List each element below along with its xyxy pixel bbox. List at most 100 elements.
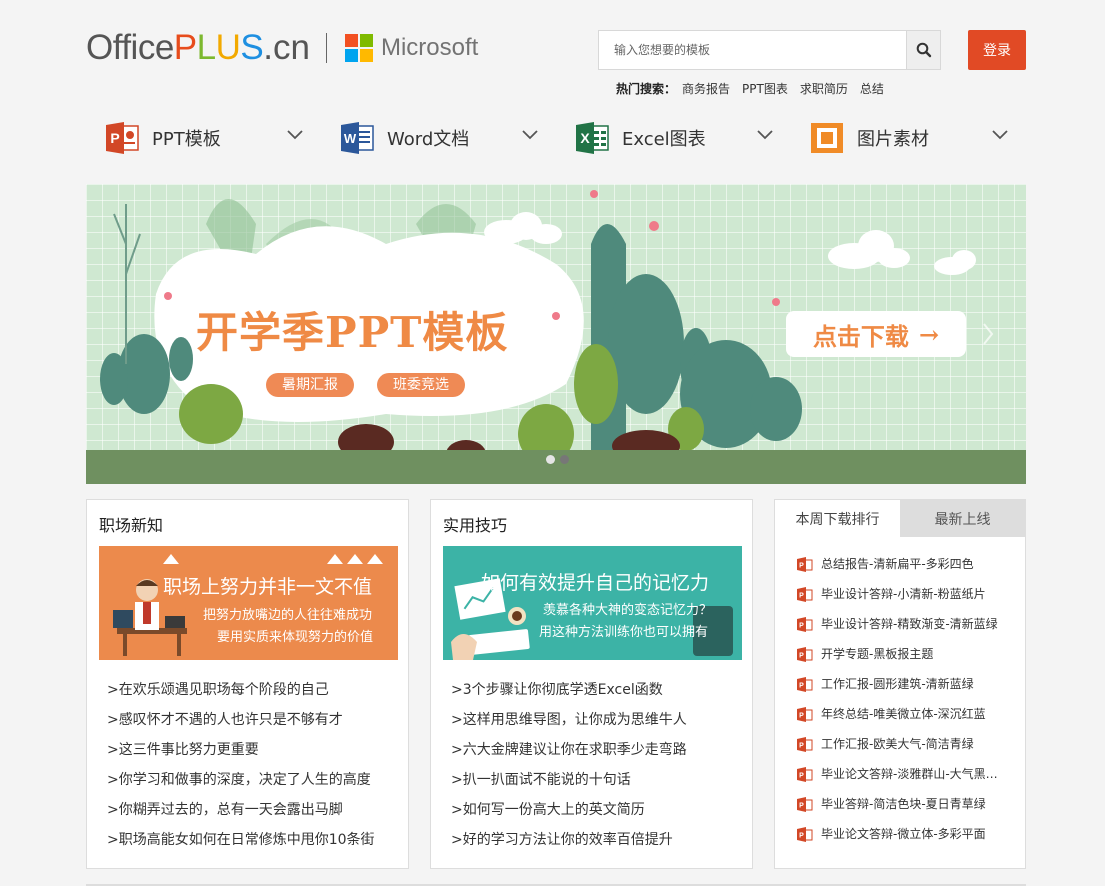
microsoft-logo-icon bbox=[344, 34, 373, 62]
article-link[interactable]: >六大金牌建议让你在求职季少走弯路 bbox=[451, 740, 687, 770]
ranking-item-label: 毕业设计答辩-小清新-粉蓝纸片 bbox=[821, 587, 986, 601]
hot-search-term[interactable]: 求职简历 bbox=[800, 80, 848, 97]
ranking-item[interactable]: P 工作汇报-欧美大气-简洁青绿 bbox=[797, 737, 998, 767]
panel-feature-image[interactable]: 如何有效提升自己的记忆力 羡慕各种大神的变态记忆力？ 用这种方法训练你也可以拥有 bbox=[443, 546, 742, 660]
powerpoint-icon: P bbox=[797, 827, 813, 842]
nav-item-excel[interactable]: X Excel图表 bbox=[556, 116, 791, 160]
logo-divider bbox=[325, 33, 327, 63]
ranking-item[interactable]: P 开学专题-黑板报主题 bbox=[797, 647, 998, 677]
svg-text:P: P bbox=[799, 653, 804, 660]
chevron-down-icon bbox=[757, 130, 773, 140]
svg-text:P: P bbox=[799, 593, 804, 600]
site-logo[interactable]: Office PLUS .cn Microsoft bbox=[86, 26, 478, 70]
download-ranking-panel: 本周下载排行 最新上线 P 总结报告-清新扁平-多彩四色 P 毕业设计答辩-小清新-… bbox=[774, 499, 1026, 869]
svg-text:P: P bbox=[799, 623, 804, 630]
ranking-item[interactable]: P 毕业答辩-简洁色块-夏日青草绿 bbox=[797, 797, 998, 827]
svg-text:W: W bbox=[344, 131, 357, 146]
feature-line: 用这种方法训练你也可以拥有 bbox=[539, 625, 709, 640]
svg-text:P: P bbox=[799, 833, 804, 840]
panel-tips: 实用技巧 如何有效提升自己的记忆力 羡慕各种大神的变态记忆力？ 用这种方法训练你… bbox=[430, 499, 753, 869]
feature-line: 羡慕各种大神的变态记忆力？ bbox=[543, 603, 713, 618]
article-link[interactable]: >职场高能女如何在日常修炼中甩你10条街 bbox=[107, 830, 375, 860]
tab-newest[interactable]: 最新上线 bbox=[900, 500, 1025, 537]
hot-search-label: 热门搜索： bbox=[616, 82, 677, 96]
nav-item-word[interactable]: W Word文档 bbox=[321, 116, 556, 160]
hero-banner[interactable]: 开学季PPT模板 暑期汇报 班委竞选 点击下载 → bbox=[86, 184, 1026, 484]
ranking-item-label: 毕业设计答辩-精致渐变-清新蓝绿 bbox=[821, 617, 998, 631]
article-link[interactable]: >你糊弄过去的，总有一天会露出马脚 bbox=[107, 800, 375, 830]
search-input[interactable] bbox=[599, 31, 906, 69]
ranking-item[interactable]: P 毕业设计答辩-精致渐变-清新蓝绿 bbox=[797, 617, 998, 647]
tab-weekly-downloads[interactable]: 本周下载排行 bbox=[775, 500, 900, 537]
panel-feature-image[interactable]: 职场上努力并非一文不值 把努力放嘴边的人往往难成功 要用实质来体现努力的价值 bbox=[99, 546, 398, 660]
feature-headline: 职场上努力并非一文不值 bbox=[163, 576, 373, 598]
feature-line: 要用实质来体现努力的价值 bbox=[217, 630, 374, 645]
svg-text:P: P bbox=[799, 563, 804, 570]
carousel-dot[interactable] bbox=[560, 455, 569, 464]
article-link[interactable]: >扒一扒面试不能说的十句话 bbox=[451, 770, 687, 800]
svg-text:P: P bbox=[799, 683, 804, 690]
panel-title: 实用技巧 bbox=[443, 516, 508, 535]
ranking-item-label: 毕业论文答辩-微立体-多彩平面 bbox=[821, 827, 986, 841]
ranking-item[interactable]: P 毕业论文答辩-淡雅群山-大气黑… bbox=[797, 767, 998, 797]
ranking-item[interactable]: P 年终总结-唯美微立体-深沉红蓝 bbox=[797, 707, 998, 737]
article-link[interactable]: >3个步骤让你彻底学透Excel函数 bbox=[451, 680, 687, 710]
ranking-item[interactable]: P 总结报告-清新扁平-多彩四色 bbox=[797, 557, 998, 587]
article-list: >在欢乐颂遇见职场每个阶段的自己 >感叹怀才不遇的人也许只是不够有才 >这三件事… bbox=[107, 680, 375, 860]
svg-text:P: P bbox=[799, 713, 804, 720]
carousel-dot[interactable] bbox=[546, 455, 555, 464]
ranking-item-label: 总结报告-清新扁平-多彩四色 bbox=[821, 557, 974, 571]
download-cta-button[interactable]: 点击下载 → bbox=[786, 311, 966, 357]
powerpoint-icon: P bbox=[797, 737, 813, 752]
powerpoint-icon: P bbox=[797, 587, 813, 602]
powerpoint-icon: P bbox=[797, 707, 813, 722]
word-icon: W bbox=[341, 122, 374, 154]
ranking-item[interactable]: P 毕业设计答辩-小清新-粉蓝纸片 bbox=[797, 587, 998, 617]
article-link[interactable]: >如何写一份高大上的英文简历 bbox=[451, 800, 687, 830]
banner-title: 开学季PPT模板 bbox=[196, 308, 509, 357]
powerpoint-icon: P bbox=[797, 767, 813, 782]
powerpoint-icon: P bbox=[797, 647, 813, 662]
chevron-down-icon bbox=[992, 130, 1008, 140]
search-button[interactable] bbox=[906, 31, 940, 69]
svg-text:P: P bbox=[799, 803, 804, 810]
article-link[interactable]: >你学习和做事的深度，决定了人生的高度 bbox=[107, 770, 375, 800]
panel-career: 职场新知 职场上努力并非一文不值 把努力放嘴边的人往往难成功 要用实质来体现努力… bbox=[86, 499, 409, 869]
chevron-down-icon bbox=[522, 130, 538, 140]
logo-cn-text: .cn bbox=[263, 28, 310, 67]
hot-search-term[interactable]: PPT图表 bbox=[742, 80, 788, 97]
article-list: >3个步骤让你彻底学透Excel函数 >这样用思维导图，让你成为思维牛人 >六大… bbox=[451, 680, 687, 860]
ranking-item[interactable]: P 工作汇报-圆形建筑-清新蓝绿 bbox=[797, 677, 998, 707]
chevron-down-icon bbox=[287, 130, 303, 140]
powerpoint-icon: P bbox=[106, 122, 139, 154]
hot-search-term[interactable]: 商务报告 bbox=[682, 80, 730, 97]
ranking-item-label: 毕业论文答辩-淡雅群山-大气黑… bbox=[821, 767, 998, 781]
svg-text:X: X bbox=[580, 130, 590, 146]
ranking-tabs: 本周下载排行 最新上线 bbox=[775, 500, 1025, 537]
article-link[interactable]: >好的学习方法让你的效率百倍提升 bbox=[451, 830, 687, 860]
banner-tag: 暑期汇报 bbox=[266, 373, 354, 397]
powerpoint-icon: P bbox=[797, 617, 813, 632]
ranking-list: P 总结报告-清新扁平-多彩四色 P 毕业设计答辩-小清新-粉蓝纸片 P 毕业设计答辩… bbox=[797, 557, 998, 857]
nav-label: 图片素材 bbox=[857, 129, 929, 150]
search-icon bbox=[916, 42, 931, 58]
article-link[interactable]: >在欢乐颂遇见职场每个阶段的自己 bbox=[107, 680, 375, 710]
article-link[interactable]: >这三件事比努力更重要 bbox=[107, 740, 375, 770]
logo-plus-text: PLUS bbox=[173, 28, 264, 67]
nav-item-ppt[interactable]: P PPT模板 bbox=[86, 116, 321, 160]
arrow-right-icon: → bbox=[918, 319, 940, 349]
nav-item-images[interactable]: 图片素材 bbox=[791, 116, 1026, 160]
ranking-item-label: 年终总结-唯美微立体-深沉红蓝 bbox=[821, 707, 986, 721]
nav-label: Excel图表 bbox=[622, 129, 706, 150]
svg-text:P: P bbox=[799, 743, 804, 750]
feature-line: 把努力放嘴边的人往往难成功 bbox=[203, 608, 373, 623]
download-cta-label: 点击下载 bbox=[812, 321, 909, 351]
article-link[interactable]: >感叹怀才不遇的人也许只是不够有才 bbox=[107, 710, 375, 740]
excel-icon: X bbox=[576, 122, 609, 154]
logo-office-text: Office bbox=[86, 28, 174, 67]
ranking-item[interactable]: P 毕业论文答辩-微立体-多彩平面 bbox=[797, 827, 998, 857]
article-link[interactable]: >这样用思维导图，让你成为思维牛人 bbox=[451, 710, 687, 740]
hot-search-term[interactable]: 总结 bbox=[860, 80, 884, 97]
login-button[interactable]: 登录 bbox=[968, 30, 1026, 70]
svg-text:P: P bbox=[799, 773, 804, 780]
